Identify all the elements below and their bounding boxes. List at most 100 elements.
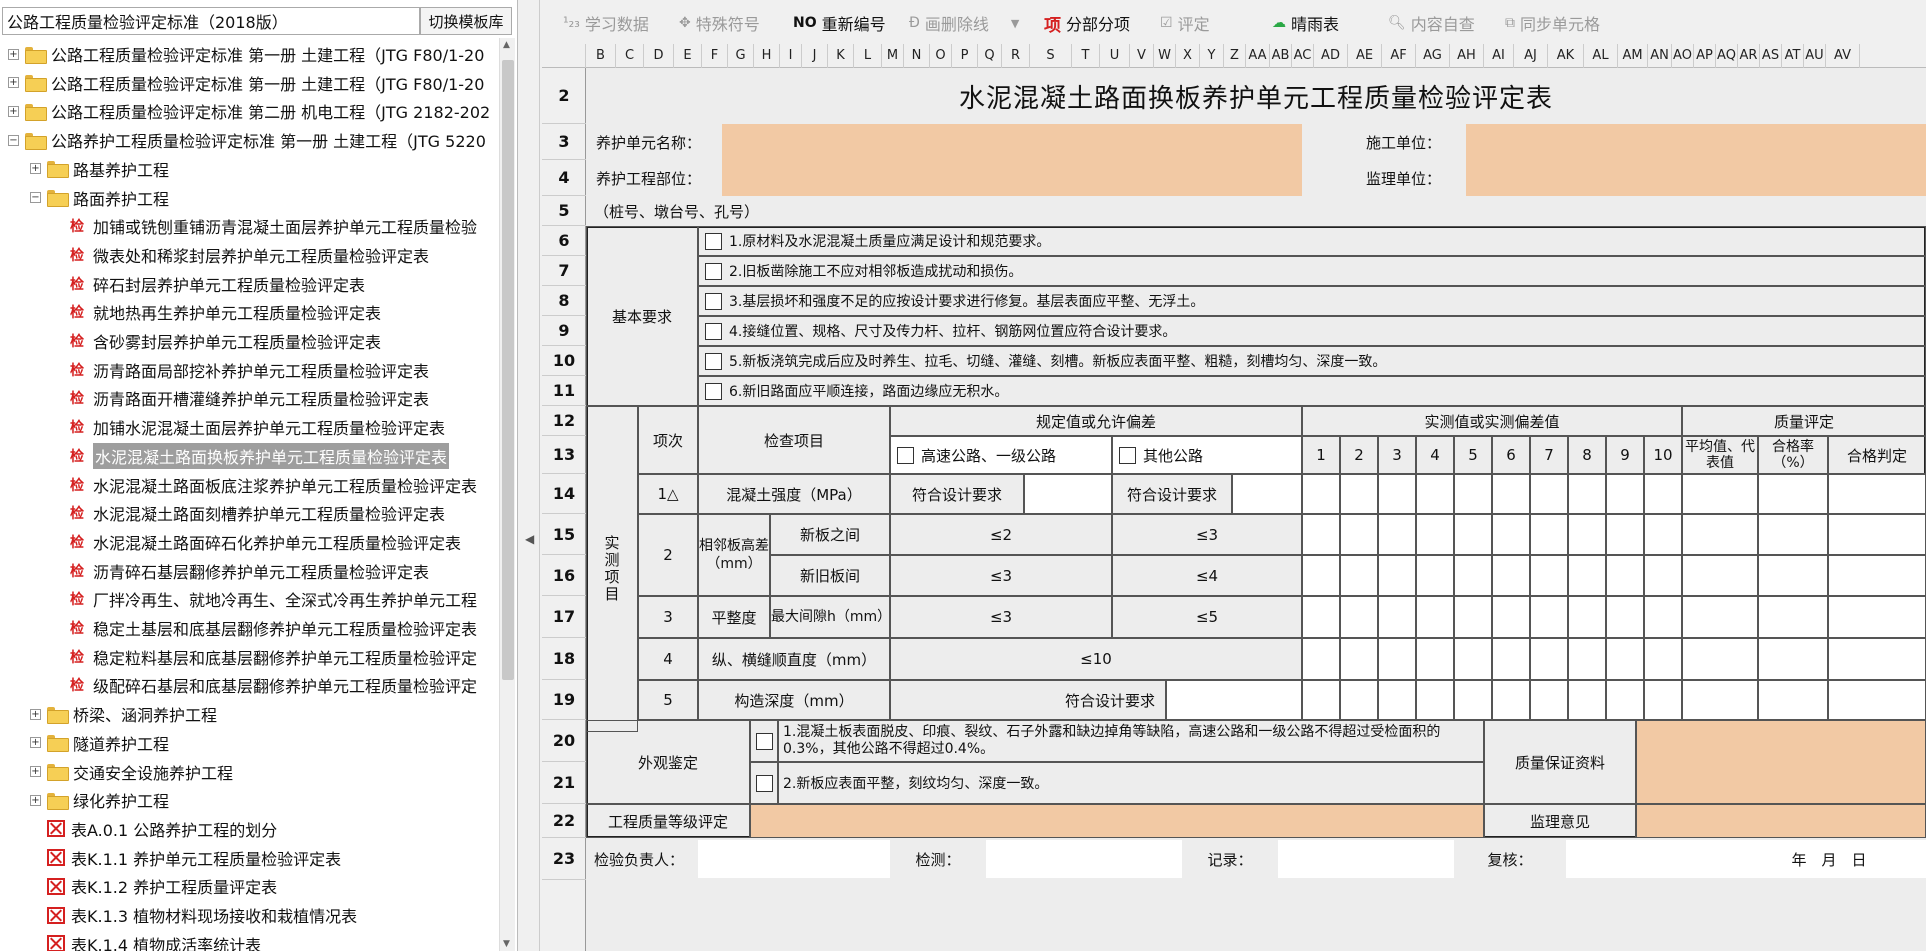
- quality-eval-cell[interactable]: [1828, 555, 1926, 596]
- tree-item[interactable]: 检厂拌冷再生、就地冷再生、全深式冷再生养护单元工程: [0, 585, 496, 613]
- scrollbar-thumb[interactable]: [502, 60, 514, 680]
- measured-value-cell[interactable]: [1454, 514, 1492, 555]
- supervision-unit-input[interactable]: [1466, 160, 1926, 196]
- row-header-cell[interactable]: 19: [542, 680, 586, 720]
- quality-eval-cell[interactable]: [1758, 555, 1828, 596]
- measured-value-cell[interactable]: [1378, 680, 1416, 720]
- row-header-cell[interactable]: 13: [542, 436, 586, 474]
- tree-item[interactable]: − 路面养护工程: [0, 184, 496, 212]
- quality-eval-cell[interactable]: [1758, 638, 1828, 680]
- measured-value-cell[interactable]: [1644, 474, 1682, 514]
- item-1-other-input[interactable]: [1232, 474, 1302, 514]
- tree-item[interactable]: + 交通安全设施养护工程: [0, 758, 496, 786]
- column-header-cell[interactable]: AH: [1450, 44, 1484, 68]
- tree-item[interactable]: 检含砂雾封层养护单元工程质量检验评定表: [0, 327, 496, 355]
- tree-item[interactable]: 表K.1.4 植物成活率统计表: [0, 930, 496, 951]
- grade-input[interactable]: [750, 804, 1484, 838]
- measured-value-cell[interactable]: [1378, 638, 1416, 680]
- learn-data-button[interactable]: ¹₂₃ 学习数据: [563, 11, 649, 35]
- measured-value-cell[interactable]: [1378, 596, 1416, 638]
- tree-item[interactable]: 检碎石封层养护单元工程质量检验评定表: [0, 270, 496, 298]
- column-header-cell[interactable]: AC: [1292, 44, 1314, 68]
- basic-req-item[interactable]: 1.原材料及水泥混凝土质量应满足设计和规范要求。: [698, 226, 1926, 256]
- tree-item[interactable]: 检沥青路面开槽灌缝养护单元工程质量检验评定表: [0, 384, 496, 412]
- measured-value-cell[interactable]: [1492, 638, 1530, 680]
- row-header-cell[interactable]: 3: [542, 124, 586, 160]
- tree-item[interactable]: + 公路工程质量检验评定标准 第二册 机电工程（JTG 2182-202: [0, 97, 496, 125]
- quality-docs-input[interactable]: [1636, 720, 1926, 804]
- other-road-checkbox-cell[interactable]: 其他公路: [1112, 436, 1302, 474]
- quality-eval-cell[interactable]: [1682, 680, 1758, 720]
- tree-item[interactable]: 检水泥混凝土路面板底注浆养护单元工程质量检验评定表: [0, 471, 496, 499]
- appearance-2-checkbox[interactable]: [755, 774, 773, 792]
- measured-value-cell[interactable]: [1568, 638, 1606, 680]
- measured-value-cell[interactable]: [1606, 638, 1644, 680]
- column-header-cell[interactable]: G: [728, 44, 754, 68]
- column-header-cell[interactable]: AP: [1694, 44, 1716, 68]
- expand-icon[interactable]: +: [30, 766, 41, 777]
- item-1-high-input[interactable]: [1024, 474, 1112, 514]
- measured-value-cell[interactable]: [1454, 638, 1492, 680]
- collapse-icon[interactable]: −: [8, 134, 19, 146]
- column-header-cell[interactable]: AR: [1738, 44, 1760, 68]
- row-header-cell[interactable]: 7: [542, 256, 586, 286]
- construction-unit-input[interactable]: [1466, 124, 1926, 160]
- measured-value-cell[interactable]: [1606, 680, 1644, 720]
- basic-req-checkbox[interactable]: [705, 232, 722, 250]
- measured-value-cell[interactable]: [1416, 555, 1454, 596]
- tree-item[interactable]: 检级配碎石基层和底基层翻修养护单元工程质量检验评定: [0, 671, 496, 699]
- spreadsheet[interactable]: B C D E F G H I J K L M N O P Q R S T U V W X Y Z AA AB AC AD AE AF AG A…: [542, 44, 1926, 951]
- record-input[interactable]: [1278, 840, 1454, 878]
- measured-value-cell[interactable]: [1492, 596, 1530, 638]
- measured-value-cell[interactable]: [1606, 555, 1644, 596]
- measured-value-cell[interactable]: [1530, 474, 1568, 514]
- measured-value-cell[interactable]: [1492, 514, 1530, 555]
- measured-value-cell[interactable]: [1568, 596, 1606, 638]
- measured-value-cell[interactable]: [1644, 680, 1682, 720]
- tree-item[interactable]: − 公路养护工程质量检验评定标准 第一册 土建工程（JTG 5220: [0, 126, 496, 154]
- measured-value-cell[interactable]: [1606, 596, 1644, 638]
- row-header-cell[interactable]: 8: [542, 286, 586, 316]
- column-header-cell[interactable]: J: [802, 44, 828, 68]
- measured-value-cell[interactable]: [1454, 596, 1492, 638]
- tree-item[interactable]: 检沥青路面局部挖补养护单元工程质量检验评定表: [0, 356, 496, 384]
- column-header-cell[interactable]: AN: [1648, 44, 1672, 68]
- measured-value-cell[interactable]: [1492, 680, 1530, 720]
- measured-value-cell[interactable]: [1530, 555, 1568, 596]
- column-header-cell[interactable]: C: [616, 44, 644, 68]
- measured-value-cell[interactable]: [1644, 596, 1682, 638]
- tree-item[interactable]: + 桥梁、涵洞养护工程: [0, 700, 496, 728]
- row-header-cell[interactable]: 5: [542, 196, 586, 226]
- measured-value-cell[interactable]: [1454, 474, 1492, 514]
- row-header-cell[interactable]: 14: [542, 474, 586, 514]
- date-field[interactable]: 年 月 日: [1732, 840, 1926, 878]
- quality-eval-cell[interactable]: [1682, 474, 1758, 514]
- quality-eval-cell[interactable]: [1828, 474, 1926, 514]
- expand-icon[interactable]: +: [30, 737, 41, 749]
- basic-req-checkbox[interactable]: [705, 382, 722, 400]
- measured-value-cell[interactable]: [1416, 638, 1454, 680]
- sync-cell-button[interactable]: ⧉ 同步单元格: [1505, 11, 1600, 35]
- evaluate-button[interactable]: ☑ 评定: [1160, 11, 1210, 35]
- other-road-checkbox[interactable]: [1119, 446, 1136, 464]
- basic-req-item[interactable]: 4.接缝位置、规格、尺寸及传力杆、拉杆、钢筋网位置应符合设计要求。: [698, 316, 1926, 346]
- row-header-cell[interactable]: 4: [542, 160, 586, 196]
- maintenance-part-input[interactable]: [722, 160, 1302, 196]
- sub-item-button[interactable]: 项分部分项: [1044, 11, 1130, 36]
- column-header-cell[interactable]: M: [882, 44, 904, 68]
- measured-value-cell[interactable]: [1568, 555, 1606, 596]
- column-header-cell[interactable]: AJ: [1514, 44, 1548, 68]
- row-header-cell[interactable]: 12: [542, 406, 586, 436]
- quality-eval-cell[interactable]: [1828, 638, 1926, 680]
- tree-item[interactable]: 检水泥混凝土路面刻槽养护单元工程质量检验评定表: [0, 499, 496, 527]
- row-header-cell[interactable]: 2: [542, 68, 586, 124]
- column-header-cell[interactable]: AV: [1826, 44, 1860, 68]
- tree-item[interactable]: 检水泥混凝土路面换板养护单元工程质量检验评定表: [0, 442, 496, 470]
- column-header-cell[interactable]: L: [854, 44, 882, 68]
- tree-item[interactable]: 检沥青碎石基层翻修养护单元工程质量检验评定表: [0, 557, 496, 585]
- measured-value-cell[interactable]: [1340, 638, 1378, 680]
- column-header-cell[interactable]: AD: [1314, 44, 1348, 68]
- measured-value-cell[interactable]: [1340, 680, 1378, 720]
- appearance-2-checkbox-cell[interactable]: [750, 762, 778, 804]
- strikethrough-button[interactable]: Ð 画删除线 ▼: [909, 11, 1019, 35]
